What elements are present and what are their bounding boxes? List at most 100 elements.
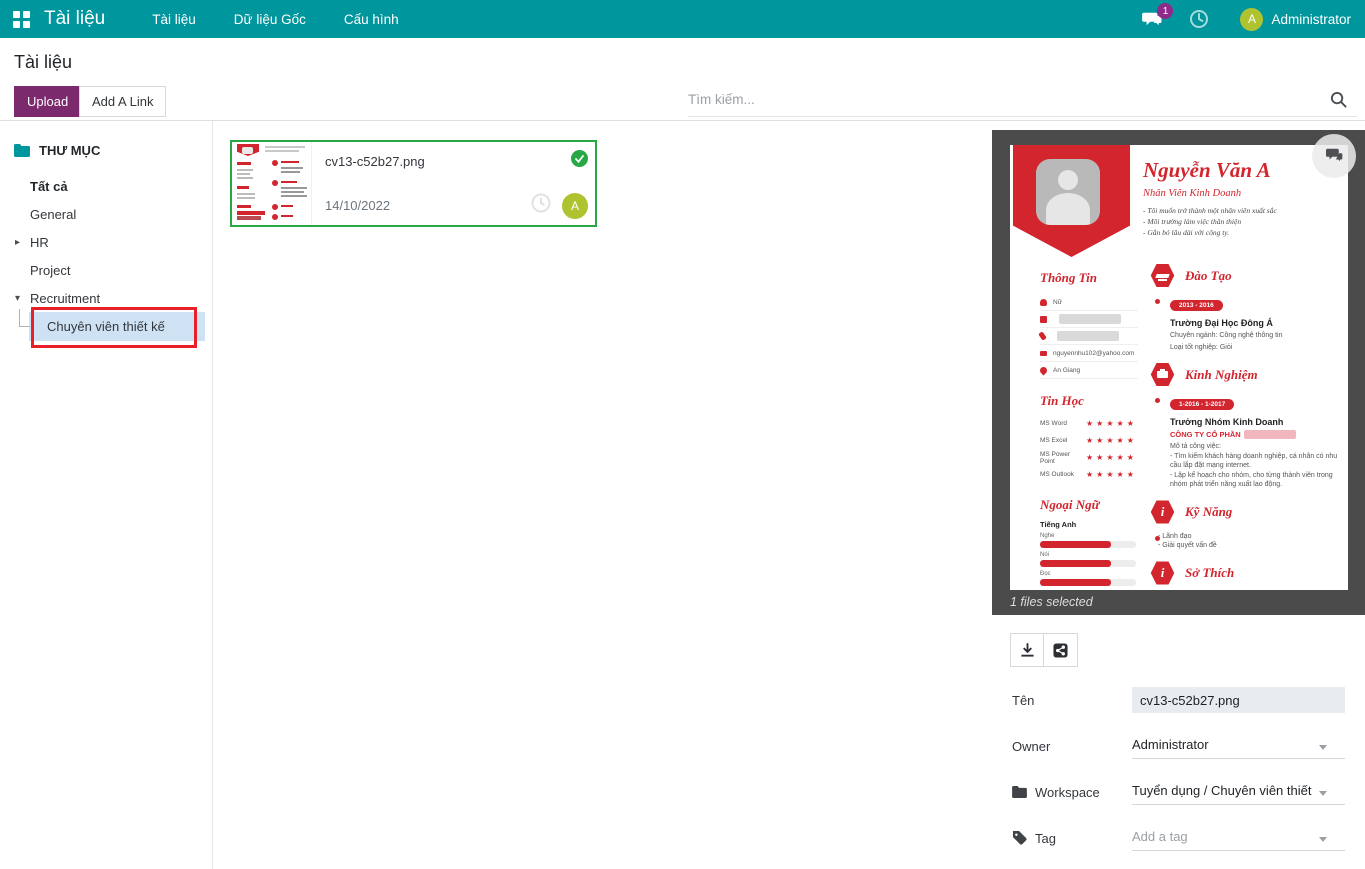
chevron-down-icon[interactable]: [1319, 791, 1327, 796]
sidebar: THƯ MỤC Tất cả General ▸: [0, 121, 213, 869]
cv-computer-skills: MS Word ★★★★★ MS Excel ★★★★★: [1040, 415, 1138, 483]
owner-field-label: Owner: [1012, 739, 1132, 754]
document-form: Tên cv13-c52b27.png Owner Administrator: [992, 677, 1365, 861]
skills-icon: i: [1150, 500, 1175, 525]
search-placeholder: Tìm kiếm...: [688, 92, 755, 107]
tree-toggle-icon[interactable]: ▾: [15, 293, 20, 304]
tag-field-label: Tag: [1012, 831, 1132, 846]
nav-menu-item[interactable]: Cấu hình: [325, 0, 418, 38]
workspace-select[interactable]: Tuyển dụng / Chuyên viên thiết: [1132, 780, 1345, 805]
workspace-tree: Tất cả General ▸ HR Project: [0, 172, 212, 341]
control-panel: Tài liệu Upload Add A Link Tìm kiếm... B…: [0, 38, 1365, 121]
star-rating: ★★★★★: [1086, 419, 1137, 428]
cv-language-bars: Nghe Nói: [1040, 533, 1138, 590]
star-rating: ★★★★★: [1086, 470, 1137, 479]
nav-menu: Tài liệuDữ liệu GốcCấu hình: [133, 0, 417, 38]
document-card-body: cv13-c52b27.png 14/10/2022 A: [312, 142, 595, 225]
name-field-row: Tên cv13-c52b27.png: [1012, 677, 1345, 723]
preview-area: Nguyễn Văn A Nhân Viên Kinh Doanh - Tôi …: [992, 130, 1365, 615]
folder-icon: [1012, 786, 1027, 798]
selected-check-icon[interactable]: [571, 150, 588, 167]
cv-name: Nguyễn Văn A: [1143, 158, 1271, 183]
top-navbar: Tài liệu Tài liệuDữ liệu GốcCấu hình 1 A…: [0, 0, 1365, 38]
cv-contact-row: nguyennhu102@yahoo.com: [1040, 345, 1138, 362]
document-date: 14/10/2022: [325, 198, 390, 213]
redacted-box: [1244, 430, 1296, 439]
tag-icon: [1012, 831, 1027, 845]
cv-info-title: Thông Tin: [1040, 270, 1138, 286]
workspace-field-row: Workspace Tuyển dụng / Chuyên viên thiết: [1012, 769, 1345, 815]
cv-job-title: Nhân Viên Kinh Doanh: [1143, 188, 1241, 199]
cv-contact-icon: [1040, 351, 1047, 356]
sidebar-title: THƯ MỤC: [39, 143, 100, 158]
nav-menu-item[interactable]: Tài liệu: [133, 0, 215, 38]
share-button[interactable]: [1044, 633, 1078, 667]
cv-contact-row: [1040, 328, 1138, 345]
cv-objectives: - Tôi muốn trở thành một nhân viên xuất …: [1143, 205, 1277, 238]
cv-computer-title: Tin Học: [1040, 393, 1138, 409]
user-avatar[interactable]: A: [1240, 8, 1263, 31]
tree-toggle-icon[interactable]: ▸: [15, 237, 20, 248]
name-input[interactable]: cv13-c52b27.png: [1132, 687, 1345, 713]
cv-contact-row: [1040, 311, 1138, 328]
chat-icon: [1324, 148, 1344, 164]
upload-button[interactable]: Upload: [14, 86, 81, 117]
sidebar-item[interactable]: Chuyên viên thiết kế: [29, 312, 205, 341]
cv-language-bar: Nói: [1040, 552, 1138, 567]
download-icon: [1020, 643, 1035, 658]
sidebar-header[interactable]: THƯ MỤC: [0, 143, 212, 158]
page-title: Tài liệu: [14, 52, 72, 73]
folder-icon: [14, 144, 30, 157]
user-name[interactable]: Administrator: [1271, 12, 1351, 27]
apps-menu-icon[interactable]: [13, 11, 30, 28]
cv-education-entry: 2013 - 2016 Trường Đại Học Đông Á Chuyên…: [1150, 295, 1338, 352]
cv-skill-row: MS Power Point ★★★★★: [1040, 449, 1138, 466]
cv-experience-title: Kinh Nghiệm: [1185, 367, 1258, 383]
cv-contact-list: Nữ: [1040, 294, 1138, 379]
nav-right: 1 A Administrator: [1128, 8, 1365, 31]
cv-contact-row: Nữ: [1040, 294, 1138, 311]
redacted-box: [1057, 331, 1119, 341]
sidebar-item[interactable]: Project: [0, 256, 212, 284]
cv-skills-title: Kỹ Năng: [1185, 504, 1232, 520]
education-icon: [1150, 263, 1175, 288]
cv-left-column: Thông Tin Nữ: [1040, 270, 1138, 590]
messages-badge: 1: [1157, 3, 1173, 19]
star-rating: ★★★★★: [1086, 436, 1137, 445]
download-button[interactable]: [1010, 633, 1044, 667]
cv-contact-row: An Giang: [1040, 362, 1138, 379]
app-name[interactable]: Tài liệu: [44, 8, 105, 30]
search-icon[interactable]: [1330, 91, 1347, 108]
document-actions: [1010, 633, 1078, 667]
owner-select[interactable]: Administrator: [1132, 734, 1345, 759]
cv-hobby-title: Sở Thích: [1185, 565, 1234, 581]
activities-button[interactable]: [1176, 9, 1222, 29]
chatter-toggle-button[interactable]: [1312, 134, 1356, 178]
cv-preview-image[interactable]: Nguyễn Văn A Nhân Viên Kinh Doanh - Tôi …: [1010, 145, 1348, 590]
sidebar-item[interactable]: Tất cả: [0, 172, 212, 200]
messages-button[interactable]: 1: [1128, 10, 1176, 28]
cv-language-bar: Nghe: [1040, 533, 1138, 548]
cv-skills-list: - Lãnh đạo- Giải quyết vấn đề: [1150, 532, 1338, 551]
document-card[interactable]: cv13-c52b27.png 14/10/2022 A: [230, 140, 597, 227]
clock-icon: [1189, 9, 1209, 29]
share-icon: [1053, 643, 1068, 658]
add-a-link-button[interactable]: Add A Link: [79, 86, 166, 117]
sidebar-item[interactable]: General: [0, 200, 212, 228]
chevron-down-icon[interactable]: [1319, 745, 1327, 750]
cv-skill-row: MS Outlook ★★★★★: [1040, 466, 1138, 483]
sidebar-item[interactable]: ▸ HR: [0, 228, 212, 256]
cv-contact-icon: [1039, 365, 1049, 375]
cv-right-column: Đào Tạo 2013 - 2016 Trường Đại Học Đông …: [1150, 263, 1338, 590]
cv-photo-placeholder: [1036, 159, 1100, 225]
document-owner-avatar[interactable]: A: [562, 193, 588, 219]
search-input[interactable]: Tìm kiếm...: [688, 82, 1357, 117]
nav-menu-item[interactable]: Dữ liệu Gốc: [215, 0, 325, 38]
owner-field-row: Owner Administrator: [1012, 723, 1345, 769]
hobby-icon: i: [1150, 561, 1175, 586]
workspace-field-label: Workspace: [1012, 785, 1132, 800]
documents-grid: cv13-c52b27.png 14/10/2022 A: [213, 121, 992, 869]
activity-clock-icon[interactable]: [531, 193, 551, 216]
chevron-down-icon[interactable]: [1319, 837, 1327, 842]
tag-input[interactable]: Add a tag: [1132, 826, 1345, 851]
